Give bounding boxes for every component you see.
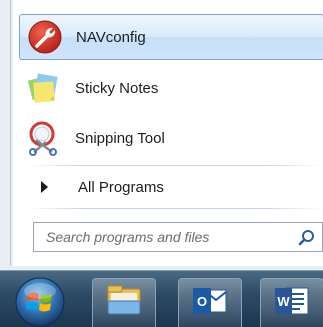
program-label-sticky-notes: Sticky Notes	[75, 79, 159, 97]
outlook-icon: O	[190, 284, 230, 323]
program-label-navconfig: NAVconfig	[76, 28, 146, 46]
program-label-snipping-tool: Snipping Tool	[75, 129, 165, 147]
program-item-snipping-tool[interactable]: Snipping Tool	[19, 115, 323, 161]
svg-text:O: O	[197, 294, 207, 309]
snipping-tool-icon	[25, 119, 63, 157]
expand-arrow-icon	[41, 181, 48, 193]
folder-icon	[104, 283, 144, 324]
taskbar-button-outlook[interactable]: O	[178, 278, 242, 327]
svg-text:W: W	[277, 294, 290, 309]
program-item-navconfig[interactable]: NAVconfig	[19, 14, 323, 60]
program-item-sticky-notes[interactable]: Sticky Notes	[19, 65, 323, 111]
windows-orb-icon[interactable]	[14, 276, 66, 327]
sticky-notes-icon	[25, 69, 63, 107]
menu-separator	[25, 208, 323, 209]
navconfig-icon	[26, 18, 64, 56]
all-programs-label: All Programs	[78, 178, 164, 196]
search-input[interactable]	[34, 228, 296, 246]
taskbar-button-file-explorer[interactable]	[92, 278, 156, 327]
all-programs-button[interactable]: All Programs	[29, 171, 323, 203]
taskbar-button-word[interactable]: W	[260, 278, 323, 327]
menu-separator	[25, 165, 323, 166]
word-icon: W	[272, 284, 312, 323]
search-icon[interactable]	[298, 229, 316, 247]
search-box[interactable]	[33, 222, 323, 252]
